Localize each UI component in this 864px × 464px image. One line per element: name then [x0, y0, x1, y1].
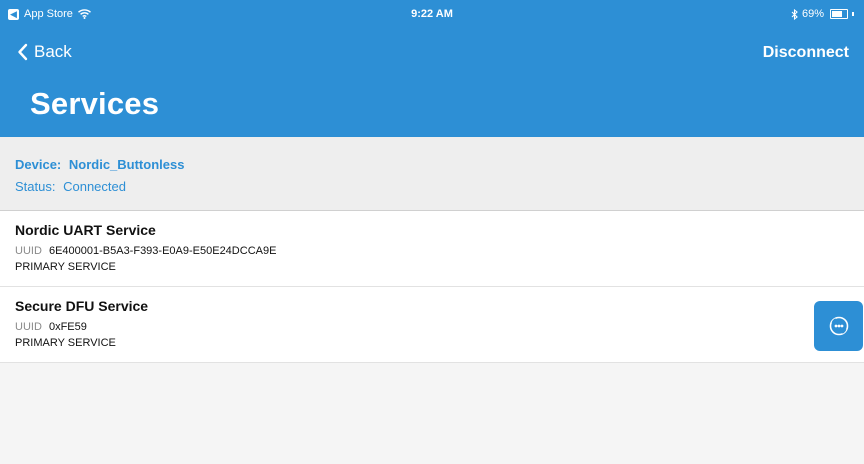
- uuid-label: UUID: [15, 245, 42, 257]
- battery-icon: [830, 9, 848, 19]
- dfu-button[interactable]: [814, 301, 863, 351]
- service-name: Secure DFU Service: [15, 298, 149, 314]
- battery-percent: 69%: [801, 8, 824, 20]
- battery-cap: [852, 12, 854, 16]
- uuid-value: 0xFE59: [48, 321, 87, 333]
- header: ◀ App Store 9:22 AM 69% Back Disconnect …: [0, 0, 864, 137]
- status-row: Status: Connected: [15, 179, 126, 194]
- service-type: PRIMARY SERVICE: [15, 261, 116, 273]
- page-title: Services: [30, 86, 160, 121]
- status-bar-right: 69%: [791, 8, 854, 20]
- bluetooth-icon: [791, 8, 798, 20]
- service-row-nordic-uart[interactable]: Nordic UART Service UUID 6E400001-B5A3-F…: [0, 211, 864, 287]
- status-label: Status:: [15, 179, 56, 194]
- service-uuid-row: UUID 0xFE59: [15, 321, 87, 333]
- service-row-secure-dfu[interactable]: Secure DFU Service UUID 0xFE59 PRIMARY S…: [0, 287, 864, 363]
- status-time: 9:22 AM: [411, 8, 453, 20]
- uuid-value: 6E400001-B5A3-F393-E0A9-E50E24DCCA9E: [48, 245, 277, 257]
- battery-fill: [832, 11, 842, 17]
- status-bar: ◀ App Store 9:22 AM 69%: [0, 0, 864, 26]
- disconnect-button[interactable]: Disconnect: [763, 44, 849, 62]
- device-info-panel: Device: Nordic_Buttonless Status: Connec…: [0, 137, 864, 211]
- device-row: Device: Nordic_Buttonless: [15, 157, 184, 172]
- service-name: Nordic UART Service: [15, 222, 156, 238]
- chevron-left-icon: [18, 43, 28, 61]
- uuid-label: UUID: [15, 321, 42, 333]
- service-type: PRIMARY SERVICE: [15, 337, 116, 349]
- service-uuid-row: UUID 6E400001-B5A3-F393-E0A9-E50E24DCCA9…: [15, 245, 276, 257]
- device-label: Device:: [15, 157, 62, 172]
- device-name: Nordic_Buttonless: [68, 157, 185, 172]
- dfu-icon: [829, 316, 848, 336]
- back-button[interactable]: Back: [17, 42, 72, 62]
- status-value: Connected: [63, 179, 126, 194]
- back-button-label: Back: [34, 42, 72, 61]
